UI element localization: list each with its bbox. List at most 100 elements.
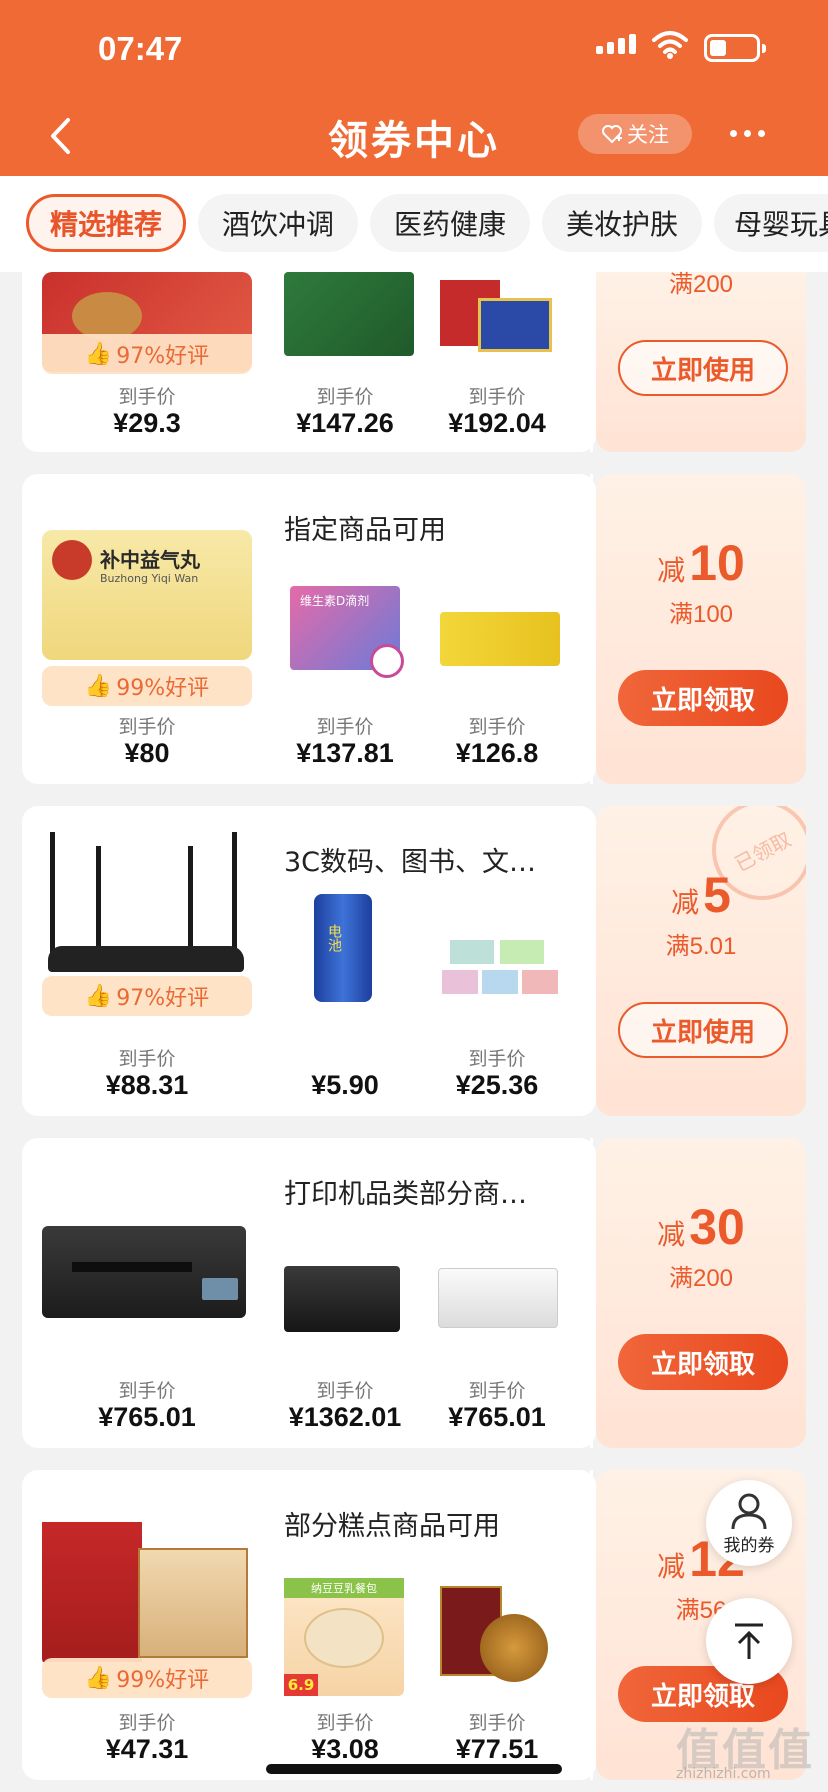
price: ¥88.31 <box>105 1070 189 1100</box>
price: ¥137.81 <box>296 738 394 768</box>
more-options-button[interactable] <box>730 130 765 137</box>
price-label: 到手价 <box>468 1380 526 1402</box>
more-dot-icon <box>730 130 737 137</box>
red-blue-giftbox-image <box>440 280 552 352</box>
price-label: 到手价 <box>316 1380 374 1402</box>
buzhong-yiqi-pill-box-image: 补中益气丸 Buzhong Yiqi Wan <box>42 530 252 660</box>
coupon-scope: 打印机品类部分商… <box>284 1179 527 1210</box>
tab-baby[interactable]: 母婴玩具 <box>714 194 828 252</box>
price-label: 到手价 <box>118 386 176 408</box>
price: ¥192.04 <box>448 408 546 438</box>
coupon-discount: 减30 <box>657 1199 745 1255</box>
back-to-top-button[interactable] <box>706 1598 792 1684</box>
price: ¥5.90 <box>311 1070 379 1100</box>
arrow-up-icon <box>735 1623 763 1659</box>
price-label: 到手价 <box>468 716 526 738</box>
coupon-panel: 减30 满200 立即领取 <box>590 1138 806 1448</box>
tab-beauty[interactable]: 美妆护肤 <box>542 194 702 252</box>
coupon-minimum: 满5.01 <box>665 933 737 960</box>
soy-milk-bread-image: 纳豆豆乳餐包 6.9 <box>284 1578 404 1696</box>
price-label: 到手价 <box>316 386 374 408</box>
coupon-panel: 减10 满100 立即领取 <box>590 474 806 784</box>
storage-bags-image <box>442 940 560 1000</box>
tab-featured[interactable]: 精选推荐 <box>26 194 186 252</box>
thumbs-up-icon: 👍 <box>84 673 113 699</box>
heart-plus-icon <box>602 125 622 144</box>
price-label: 到手价 <box>468 1048 526 1070</box>
coupon-minimum: 满200 <box>668 1265 734 1292</box>
coupon-card-partial[interactable]: 👍 97%好评 到手价 ¥29.3 到手价 ¥147.26 到手价 ¥192.04 <box>22 272 596 452</box>
rating-badge: 👍 99%好评 <box>42 1658 252 1698</box>
green-mooncake-box-image <box>284 272 414 356</box>
vitamin-d-drops-image: 维生素D滴剂 <box>290 586 426 686</box>
rating-badge: 👍 97%好评 <box>42 976 252 1016</box>
coupon-scope: 指定商品可用 <box>284 515 446 546</box>
more-dot-icon <box>758 130 765 137</box>
follow-label: 关注 <box>627 123 669 147</box>
watermark-url: zhizhizhi.com <box>676 1766 771 1782</box>
price: ¥29.3 <box>113 408 181 438</box>
my-coupons-button[interactable]: 我的券 <box>706 1480 792 1566</box>
coupon-card[interactable]: 打印机品类部分商… 到手价 ¥765.01 到手价 ¥1362.01 到手价 ¥… <box>22 1138 596 1448</box>
price: ¥765.01 <box>98 1402 196 1432</box>
thumbs-up-icon: 👍 <box>84 1665 113 1691</box>
price-label: 到手价 <box>118 1380 176 1402</box>
ginseng-pill-box-image <box>440 612 560 666</box>
coupon-discount: 减5 <box>671 867 731 923</box>
price: ¥1362.01 <box>288 1402 402 1432</box>
price-label: 到手价 <box>316 1712 374 1734</box>
battery-icon <box>704 34 766 62</box>
price-label: 到手价 <box>118 1712 176 1734</box>
price: ¥80 <box>124 738 170 768</box>
rating-badge: 👍 97%好评 <box>42 334 252 374</box>
thumbs-up-icon: 👍 <box>84 983 113 1009</box>
my-coupons-label: 我的券 <box>723 1535 775 1556</box>
home-indicator[interactable] <box>266 1764 562 1774</box>
battery-product-image: 电池 <box>314 894 372 1002</box>
price: ¥147.26 <box>296 408 394 438</box>
mooncake-tin-image <box>440 1586 552 1686</box>
more-dot-icon <box>744 130 751 137</box>
wifi-icon <box>652 30 688 64</box>
price-label: 到手价 <box>316 716 374 738</box>
coupon-minimum: 满200 <box>668 271 734 298</box>
price-label: 到手价 <box>118 716 176 738</box>
price: ¥126.8 <box>455 738 539 768</box>
status-time: 07:47 <box>98 30 183 67</box>
coupon-card[interactable]: 👍 97%好评 3C数码、图书、文… 电池 到手价 ¥88.31 ¥5.90 到手… <box>22 806 596 1116</box>
coupon-panel-partial: 满200 立即使用 <box>590 271 806 452</box>
multifunction-printer-image <box>284 1266 400 1332</box>
claim-now-button[interactable]: 立即领取 <box>618 670 788 726</box>
use-now-button[interactable]: 立即使用 <box>618 1002 788 1058</box>
cellular-signal-icon <box>596 34 636 54</box>
claim-now-button[interactable]: 立即领取 <box>618 1334 788 1390</box>
price: ¥25.36 <box>455 1070 539 1100</box>
price: ¥47.31 <box>105 1734 189 1764</box>
coupon-discount: 减10 <box>657 535 745 591</box>
price: ¥3.08 <box>311 1734 379 1764</box>
mooncake-gift-bag-image <box>42 1498 252 1668</box>
user-icon <box>731 1493 767 1529</box>
inkjet-printer-image <box>42 1178 252 1338</box>
rating-badge: 👍 99%好评 <box>42 666 252 706</box>
coupon-card[interactable]: 补中益气丸 Buzhong Yiqi Wan 👍 99%好评 指定商品可用 维生素… <box>22 474 596 784</box>
category-tabs: 精选推荐 酒饮冲调 医药健康 美妆护肤 母婴玩具 <box>0 176 828 272</box>
price: ¥765.01 <box>448 1402 546 1432</box>
page-title: 领券中心 <box>328 118 500 164</box>
app-header: 07:47 领券中心 关注 <box>0 0 828 176</box>
price-label: 到手价 <box>468 1712 526 1734</box>
price-label: 到手价 <box>468 386 526 408</box>
use-now-button[interactable]: 立即使用 <box>618 340 788 396</box>
coupon-minimum: 满100 <box>668 601 734 628</box>
thumbs-up-icon: 👍 <box>84 341 113 367</box>
coupon-panel: 已领取 减5 满5.01 立即使用 <box>596 806 806 1116</box>
coupon-scope: 3C数码、图书、文… <box>284 847 537 878</box>
price-label: 到手价 <box>118 1048 176 1070</box>
price: ¥77.51 <box>455 1734 539 1764</box>
tab-health[interactable]: 医药健康 <box>370 194 530 252</box>
white-printer-image <box>438 1268 558 1328</box>
tab-drinks[interactable]: 酒饮冲调 <box>198 194 358 252</box>
follow-button[interactable]: 关注 <box>578 114 692 154</box>
coupon-scope: 部分糕点商品可用 <box>284 1511 500 1542</box>
coupon-card[interactable]: 👍 99%好评 部分糕点商品可用 纳豆豆乳餐包 6.9 到手价 ¥47.31 到手… <box>22 1470 596 1780</box>
